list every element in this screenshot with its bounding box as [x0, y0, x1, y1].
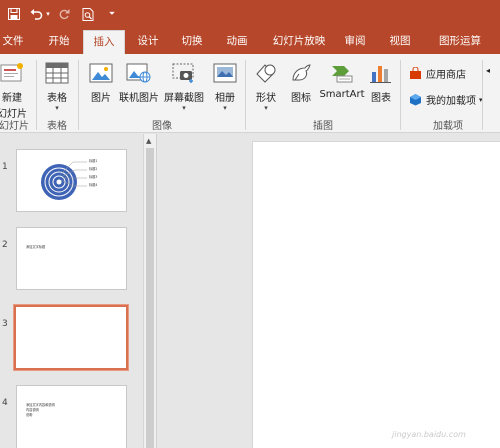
group-label-illustrations: 插图 [313, 121, 333, 132]
new-slide-button[interactable]: 新建 幻灯片 [0, 58, 30, 120]
slide-thumbnail-1[interactable]: 标题1 标题2 标题3 标题4 [16, 149, 127, 212]
tab-insert[interactable]: 插入 [83, 30, 125, 54]
customize-qat-icon[interactable]: ⏷ [106, 3, 118, 25]
undo-dropdown-icon[interactable]: ▾ [44, 3, 52, 25]
icons-icon [287, 58, 315, 88]
slide-thumbnail-2[interactable]: 添加文字标题 [16, 227, 127, 290]
table-icon [43, 58, 71, 88]
chevron-down-icon: ▾ [223, 104, 227, 112]
table-button[interactable]: 表格 ▾ [42, 58, 72, 112]
tab-review[interactable]: 审阅 [338, 28, 372, 54]
online-picture-button[interactable]: 联机图片 [118, 58, 160, 104]
screenshot-icon [170, 58, 198, 88]
redo-icon[interactable] [57, 3, 71, 25]
tab-home[interactable]: 开始 [42, 28, 76, 54]
chevron-down-icon: ▾ [55, 104, 59, 112]
title-bar: ▾ ⏷ [0, 0, 500, 28]
slide-number: 1 [2, 162, 8, 172]
scrollbar-thumb[interactable] [146, 148, 154, 448]
addins-icon [408, 93, 422, 107]
group-separator [78, 60, 79, 130]
slide-thumbnail-3-selected[interactable] [13, 304, 129, 371]
online-picture-icon [125, 58, 153, 88]
tab-file[interactable]: 文件 [0, 28, 26, 54]
chart-icon [367, 58, 395, 88]
tab-design[interactable]: 设计 [131, 28, 165, 54]
chart-button[interactable]: 图表 [366, 58, 396, 104]
tab-transitions[interactable]: 切换 [175, 28, 209, 54]
smartart-button[interactable]: SmartArt [319, 58, 365, 100]
slide-thumbnails-panel: 1 标题1 标题2 标题3 标题4 2 添加文字标题 3 4 添加文字内容和说明… [0, 134, 158, 448]
watermark: jingyan.baidu.com [392, 430, 466, 439]
slide-number: 3 [2, 319, 8, 329]
photo-album-button[interactable]: 相册 ▾ [208, 58, 242, 112]
icons-button[interactable]: 图标 [286, 58, 316, 104]
picture-button[interactable]: 图片 [86, 58, 116, 104]
new-slide-icon [0, 58, 26, 88]
shapes-icon [252, 58, 280, 88]
group-separator [482, 60, 483, 130]
save-icon[interactable] [6, 3, 22, 25]
scroll-up-icon[interactable]: ▲ [146, 137, 151, 145]
current-slide-canvas[interactable] [252, 141, 500, 448]
undo-icon[interactable] [28, 3, 44, 25]
tab-slideshow[interactable]: 幻灯片放映 [266, 28, 332, 54]
ribbon: 新建 幻灯片 幻灯片 表格 ▾ 表格 图片 联机图片 屏幕截图 ▾ 相册 ▾ 图… [0, 54, 500, 133]
shapes-button[interactable]: 形状 ▾ [250, 58, 282, 112]
group-separator [245, 60, 246, 130]
tab-shape-operations[interactable]: 图形运算 [428, 28, 492, 54]
screenshot-button[interactable]: 屏幕截图 ▾ [162, 58, 206, 112]
chevron-down-icon: ▾ [264, 104, 268, 112]
slide-number: 2 [2, 240, 8, 250]
chevron-down-icon: ▾ [182, 104, 186, 112]
tab-animations[interactable]: 动画 [219, 28, 255, 54]
app-store-button[interactable]: 应用商店 [408, 66, 466, 81]
group-label-addins: 加载项 [433, 121, 463, 132]
slide-thumbnail-4[interactable]: 添加文字内容和说明 内容说明 说明 [16, 385, 127, 448]
store-icon [408, 67, 422, 81]
slide-number: 4 [2, 398, 8, 408]
collapse-ribbon-icon[interactable]: ◂ [486, 66, 490, 75]
photo-album-icon [211, 58, 239, 88]
tab-view[interactable]: 视图 [383, 28, 417, 54]
group-separator [36, 60, 37, 130]
group-label-images: 图像 [152, 121, 172, 132]
group-label-tables: 表格 [47, 121, 67, 132]
slide-text: 添加文字标题 [26, 245, 46, 249]
print-preview-icon[interactable] [80, 3, 96, 25]
my-addins-button[interactable]: 我的加载项 ▾ [408, 92, 483, 107]
picture-icon [87, 58, 115, 88]
smartart-icon [328, 58, 356, 88]
ribbon-tabs: 文件 开始 插入 设计 切换 动画 幻灯片放映 审阅 视图 图形运算 [0, 28, 500, 54]
group-label-slides: 幻灯片 [0, 121, 29, 132]
thumbnail-scrollbar[interactable]: ▲ [143, 134, 156, 448]
group-separator [400, 60, 401, 130]
callout-lines [60, 161, 87, 187]
